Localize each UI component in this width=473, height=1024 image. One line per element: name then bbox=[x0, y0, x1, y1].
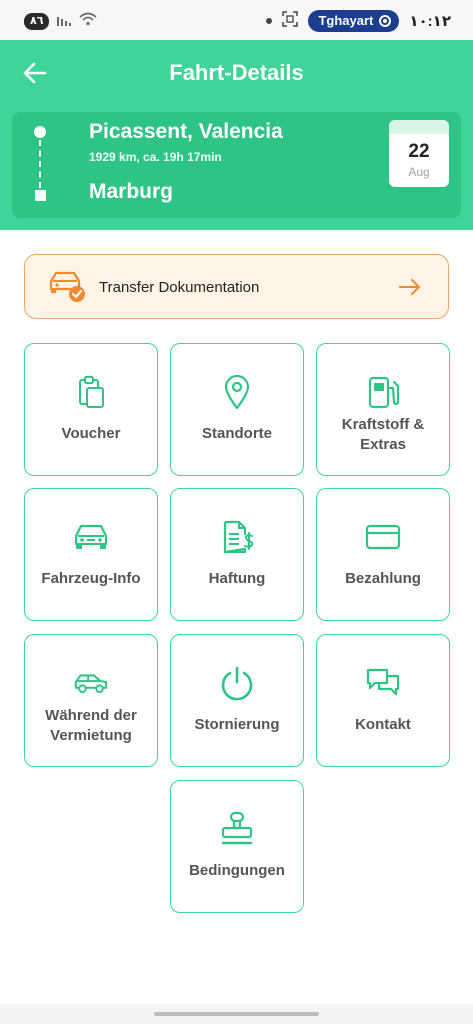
invoice-dollar-icon bbox=[219, 519, 255, 555]
stamp-icon bbox=[219, 811, 255, 847]
calendar-header bbox=[389, 120, 449, 134]
tile-label: Standorte bbox=[201, 425, 272, 442]
status-bar: ٨٦ Tghayart ١٠:١٢ bbox=[0, 0, 473, 40]
date-day: 22 bbox=[408, 141, 430, 162]
tile-kontakt[interactable]: Kontakt bbox=[316, 634, 450, 767]
route-distance-duration: 1929 km, ca. 19h 17min bbox=[89, 150, 222, 164]
tile-bedingungen[interactable]: Bedingungen bbox=[170, 780, 304, 913]
tile-label: Fahrzeug-Info bbox=[41, 570, 141, 587]
tile-stornierung[interactable]: Stornierung bbox=[170, 634, 304, 767]
wifi-icon bbox=[79, 12, 97, 31]
transfer-documentation-button[interactable]: Transfer Dokumentation bbox=[24, 254, 449, 319]
tile-standorte[interactable]: Standorte bbox=[170, 343, 304, 476]
route-card: Picassent, Valencia 1929 km, ca. 19h 17m… bbox=[12, 112, 461, 218]
record-icon bbox=[379, 15, 392, 27]
fuel-pump-icon bbox=[365, 374, 401, 410]
date-badge: 22 Aug bbox=[389, 120, 449, 187]
tile-waehrend-der-vermietung[interactable]: Während der Vermietung bbox=[24, 634, 158, 767]
route-destination: Marburg bbox=[89, 180, 173, 203]
tile-label: Voucher bbox=[61, 425, 121, 442]
route-origin: Picassent, Valencia bbox=[89, 120, 283, 143]
car-front-icon bbox=[73, 519, 109, 555]
tile-label: Haftung bbox=[208, 570, 266, 587]
tile-label: Während der Vermietung bbox=[45, 707, 137, 744]
carrier-label: Tghayart bbox=[318, 13, 374, 28]
notification-dot-icon bbox=[266, 18, 273, 24]
car-side-icon bbox=[73, 665, 109, 701]
tile-kraftstoff-extras[interactable]: Kraftstoff & Extras bbox=[316, 343, 450, 476]
route-end-marker bbox=[35, 190, 46, 201]
tile-label: Bezahlung bbox=[345, 570, 421, 587]
arrow-right-icon bbox=[399, 279, 420, 295]
map-pin-icon bbox=[219, 374, 255, 410]
home-indicator[interactable] bbox=[154, 1012, 319, 1016]
tile-bezahlung[interactable]: Bezahlung bbox=[316, 488, 450, 621]
signal-icon bbox=[57, 13, 72, 31]
tile-voucher[interactable]: Voucher bbox=[24, 343, 158, 476]
transfer-documentation-label: Transfer Dokumentation bbox=[99, 279, 260, 296]
screenshot-icon bbox=[282, 10, 299, 32]
car-check-icon bbox=[49, 271, 85, 302]
tile-label: Stornierung bbox=[194, 716, 280, 733]
chat-bubbles-icon bbox=[365, 665, 401, 701]
carrier-pill[interactable]: Tghayart bbox=[308, 10, 400, 32]
battery-indicator: ٨٦ bbox=[24, 13, 50, 30]
tile-haftung[interactable]: Haftung bbox=[170, 488, 304, 621]
credit-card-icon bbox=[365, 519, 401, 555]
tile-label: Kontakt bbox=[355, 716, 411, 733]
tile-fahrzeug-info[interactable]: Fahrzeug-Info bbox=[24, 488, 158, 621]
tile-label: Bedingungen bbox=[189, 862, 285, 879]
date-month: Aug bbox=[408, 165, 430, 179]
page-title: Fahrt-Details bbox=[169, 60, 304, 85]
header: Fahrt-Details Picassent, Valencia 1929 k… bbox=[0, 40, 473, 230]
clipboard-icon bbox=[73, 374, 109, 410]
route-dashed-line bbox=[39, 140, 41, 188]
power-icon bbox=[219, 665, 255, 701]
tile-label: Kraftstoff & Extras bbox=[341, 416, 425, 453]
clock: ١٠:١٢ bbox=[409, 13, 451, 30]
route-start-dot bbox=[34, 126, 46, 138]
